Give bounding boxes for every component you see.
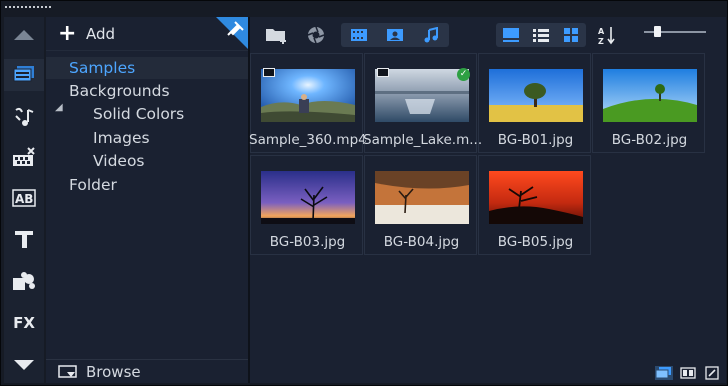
- title-category-button[interactable]: AB: [4, 182, 44, 214]
- show-video-button[interactable]: [341, 23, 377, 47]
- plus-icon: +: [58, 20, 77, 46]
- text-category-button[interactable]: [4, 223, 44, 255]
- svg-text:A: A: [598, 27, 605, 36]
- filter-category-button[interactable]: FX: [4, 307, 44, 339]
- checkmark-icon: ✓: [457, 68, 470, 81]
- media-item-name: Sample_360.mp4: [249, 132, 367, 148]
- split-view-toggle[interactable]: [679, 366, 697, 380]
- thumbnail-red-sunset-image: [489, 171, 583, 224]
- media-icon: [13, 66, 34, 82]
- large-thumbnail-icon: [503, 28, 519, 42]
- show-photo-button[interactable]: [377, 23, 413, 47]
- media-item[interactable]: BG-B04.jpg: [364, 155, 477, 255]
- split-view-icon: [680, 367, 696, 379]
- edit-pencil-icon: [705, 366, 719, 380]
- media-item[interactable]: BG-B05.jpg: [478, 155, 591, 255]
- svg-text:Z: Z: [598, 37, 604, 45]
- library-toolbar: A Z: [250, 17, 726, 53]
- tree-item-images[interactable]: Images: [93, 127, 150, 149]
- thumbnail-green-hill-image: [603, 69, 697, 122]
- thumbnail-lake-image: [375, 69, 469, 122]
- list-view-button[interactable]: [526, 23, 556, 47]
- edit-toggle[interactable]: [703, 366, 721, 380]
- library-panel-toggle[interactable]: [655, 366, 673, 380]
- media-category-button[interactable]: [4, 59, 44, 91]
- media-item[interactable]: BG-B01.jpg: [478, 53, 591, 153]
- thumbnail-dusk-tree-image: [261, 171, 355, 224]
- library-tree-panel: + Add Samples ◢ Backgrounds Solid Colors…: [46, 17, 248, 383]
- photo-icon: [387, 29, 403, 41]
- music-note-icon: [15, 107, 34, 126]
- sort-button[interactable]: A Z: [596, 23, 618, 47]
- graphics-icon: [13, 272, 35, 290]
- expand-arrow-icon[interactable]: ◢: [55, 102, 63, 113]
- media-item-name: BG-B01.jpg: [497, 132, 574, 148]
- media-item-name: BG-B05.jpg: [497, 234, 574, 250]
- transition-category-button[interactable]: [4, 141, 44, 173]
- transition-icon: [13, 147, 35, 166]
- film-icon: [377, 68, 389, 77]
- tree-item-backgrounds[interactable]: Backgrounds: [69, 80, 170, 102]
- drag-grip[interactable]: [5, 6, 51, 10]
- svg-text:AB: AB: [15, 192, 33, 206]
- view-mode-switch: [496, 23, 586, 47]
- graphics-category-button[interactable]: [4, 265, 44, 297]
- library-category-rail: AB FX: [4, 17, 44, 383]
- text-t-icon: [15, 231, 33, 248]
- media-item-name: BG-B03.jpg: [269, 234, 346, 250]
- arrow-up-icon: [14, 30, 34, 40]
- media-item[interactable]: Sample_360.mp4: [249, 53, 367, 153]
- media-item-name: BG-B02.jpg: [611, 132, 688, 148]
- tree-item-solid-colors[interactable]: Solid Colors: [93, 103, 184, 125]
- media-content-panel: A Z Sample_360.mp4 ✓ Sample_Lake.m... BG…: [249, 17, 726, 383]
- sort-az-icon: A Z: [598, 27, 615, 45]
- show-audio-button[interactable]: [413, 23, 449, 47]
- scroll-down-button[interactable]: [4, 349, 44, 381]
- aperture-icon: [307, 26, 325, 44]
- film-icon: [263, 68, 275, 77]
- media-panel-icon: [656, 367, 671, 379]
- tree-item-samples[interactable]: Samples: [46, 57, 248, 79]
- status-bar: [655, 366, 721, 380]
- fx-label: FX: [13, 314, 35, 332]
- import-media-button[interactable]: [264, 23, 290, 47]
- film-strip-icon: [351, 29, 367, 41]
- title-ab-icon: AB: [12, 189, 36, 207]
- thumbnail-tree-field-image: [489, 69, 583, 122]
- media-item[interactable]: BG-B03.jpg: [250, 155, 363, 255]
- media-item-name: BG-B04.jpg: [383, 234, 460, 250]
- browse-label: Browse: [86, 362, 141, 381]
- add-label: Add: [86, 24, 116, 43]
- arrow-down-icon: [14, 360, 34, 370]
- tree-item-folder[interactable]: Folder: [69, 174, 117, 196]
- thumbnail-360-image: [261, 69, 355, 122]
- media-item[interactable]: ✓ Sample_Lake.m...: [363, 53, 483, 153]
- thumbnail-view-button[interactable]: [496, 23, 526, 47]
- grid-view-button[interactable]: [556, 23, 586, 47]
- slider-thumb[interactable]: [654, 26, 661, 37]
- library-window: AB FX + Add Samples ◢ Backgrounds Solid …: [0, 0, 728, 386]
- list-icon: [533, 29, 549, 42]
- media-item-name: Sample_Lake.m...: [363, 132, 483, 148]
- music-icon: [424, 27, 438, 43]
- folder-add-icon: [266, 29, 286, 44]
- grid-icon: [564, 28, 578, 42]
- browse-button[interactable]: Browse: [46, 359, 248, 383]
- browse-icon: [58, 364, 77, 378]
- capture-button[interactable]: [304, 23, 328, 47]
- tree-item-videos[interactable]: Videos: [93, 150, 145, 172]
- audio-category-button[interactable]: [4, 101, 44, 133]
- media-item[interactable]: BG-B02.jpg: [592, 53, 705, 153]
- scroll-up-button[interactable]: [4, 19, 44, 51]
- pin-icon[interactable]: [216, 17, 248, 49]
- thumbnail-desert-tree-image: [375, 171, 469, 224]
- media-type-filter: [341, 23, 449, 47]
